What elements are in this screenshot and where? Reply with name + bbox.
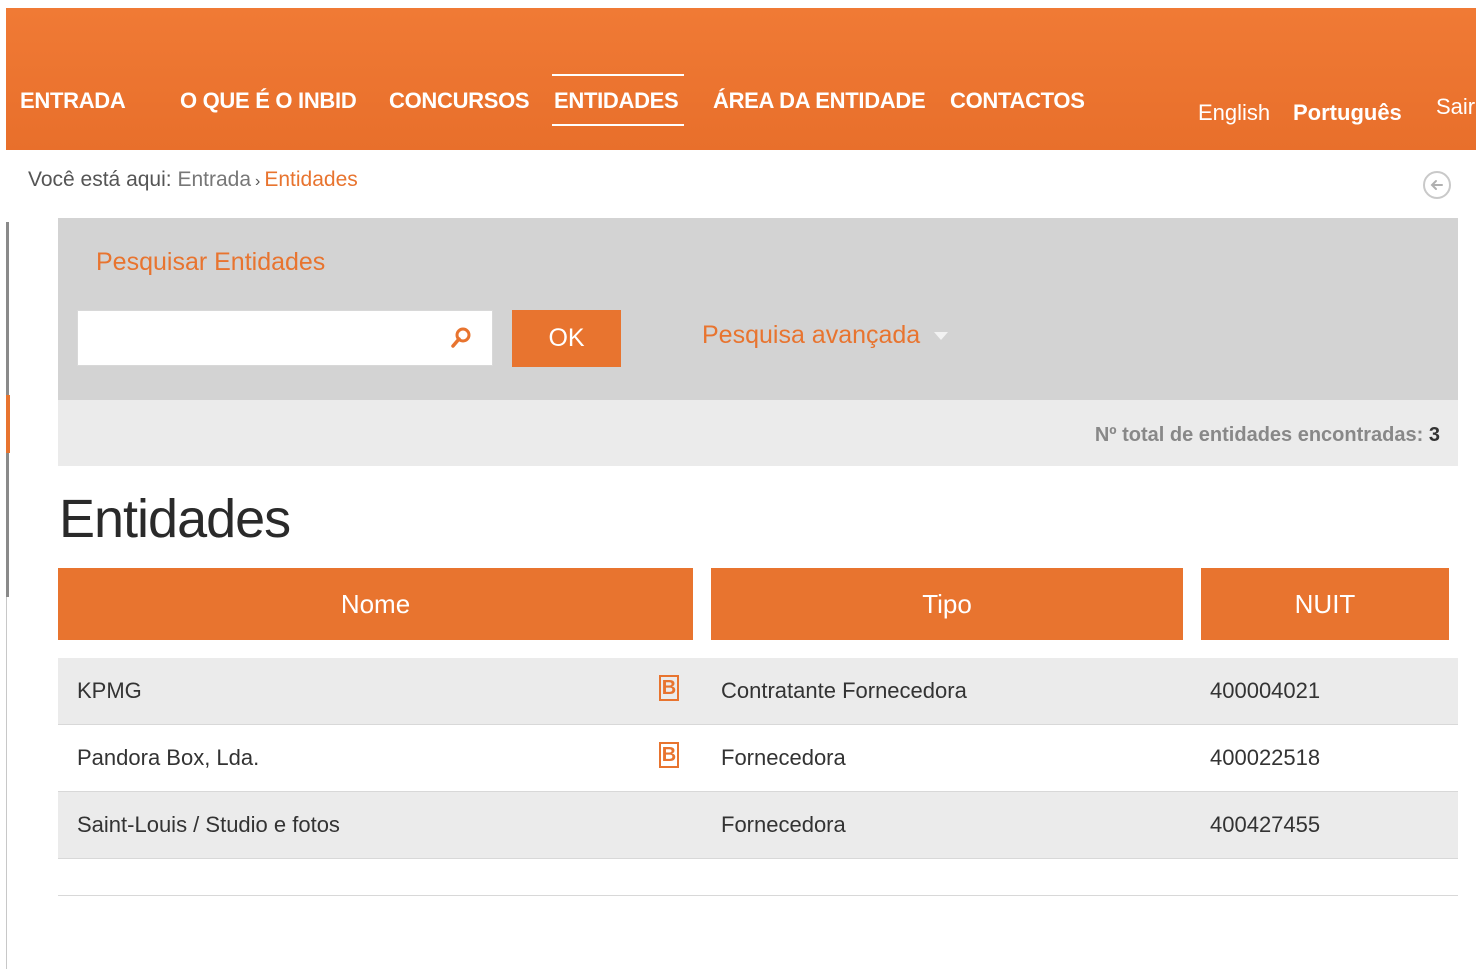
column-header-nome[interactable]: Nome [58, 568, 693, 640]
top-navigation-bar: ENTRADA O QUE É O INBID CONCURSOS ENTIDA… [6, 8, 1476, 150]
column-header-tipo[interactable]: Tipo [711, 568, 1183, 640]
nav-item-entrada[interactable]: ENTRADA [20, 88, 126, 114]
results-count-value: 3 [1428, 424, 1440, 446]
main-nav: ENTRADA O QUE É O INBID CONCURSOS ENTIDA… [6, 70, 1476, 130]
page-title: Entidades [59, 489, 291, 549]
column-header-nuit[interactable]: NUIT [1201, 568, 1449, 640]
results-count-label: Nº total de entidades encontradas: [1094, 424, 1424, 446]
breadcrumb-prefix: Você está aqui: [28, 168, 172, 191]
nav-item-contactos[interactable]: CONTACTOS [950, 88, 1085, 114]
search-ok-button[interactable]: OK [512, 310, 621, 367]
nav-item-concursos[interactable]: CONCURSOS [389, 88, 530, 114]
results-count-bar: Nº total de entidades encontradas: 3 [58, 400, 1458, 466]
row-divider [58, 858, 1458, 859]
search-input-wrapper [77, 310, 493, 366]
table-row[interactable]: KPMG B Contratante Fornecedora 400004021 [58, 658, 1458, 724]
entity-name[interactable]: KPMG [77, 678, 142, 704]
lang-english-link[interactable]: English [1198, 100, 1270, 126]
nav-item-o-que-e-o-inbid[interactable]: O QUE É O INBID [180, 88, 357, 114]
breadcrumb: Você está aqui: Entrada › Entidades [28, 168, 358, 192]
nav-item-area-da-entidade[interactable]: ÁREA DA ENTIDADE [713, 88, 926, 114]
logout-link[interactable]: Sair [1436, 94, 1475, 120]
b-badge-icon[interactable]: B [659, 742, 679, 768]
lang-portuguese-link[interactable]: Português [1293, 100, 1402, 126]
breadcrumb-home-link[interactable]: Entrada [177, 168, 251, 191]
left-rail-accent [6, 395, 10, 453]
entity-type: Contratante Fornecedora [721, 678, 967, 703]
left-border [6, 597, 7, 969]
search-input[interactable] [88, 319, 432, 359]
entity-type: Fornecedora [721, 745, 846, 770]
breadcrumb-separator: › [255, 173, 261, 190]
search-panel: Pesquisar Entidades OK Pesquisa avançada [58, 218, 1458, 400]
b-badge-icon[interactable]: B [659, 675, 679, 701]
results-count: Nº total de entidades encontradas: 3 [1095, 424, 1440, 447]
advanced-search-label: Pesquisa avançada [702, 321, 921, 349]
search-title: Pesquisar Entidades [96, 248, 326, 276]
nav-item-entidades[interactable]: ENTIDADES [551, 74, 685, 126]
bottom-divider [58, 895, 1458, 896]
entity-name[interactable]: Saint-Louis / Studio e fotos [77, 812, 340, 838]
entity-nuit: 400004021 [1210, 678, 1321, 703]
table-row[interactable]: Pandora Box, Lda. B Fornecedora 40002251… [58, 725, 1458, 791]
entity-type: Fornecedora [721, 812, 846, 837]
entity-nuit: 400427455 [1210, 812, 1321, 837]
entity-name[interactable]: Pandora Box, Lda. [77, 745, 259, 771]
breadcrumb-current[interactable]: Entidades [264, 168, 357, 191]
back-arrow-icon[interactable] [1423, 171, 1451, 199]
chevron-down-icon [934, 332, 949, 341]
search-icon[interactable] [448, 325, 474, 351]
advanced-search-toggle[interactable]: Pesquisa avançada [702, 321, 949, 350]
table-row[interactable]: Saint-Louis / Studio e fotos Fornecedora… [58, 792, 1458, 858]
entity-nuit: 400022518 [1210, 745, 1321, 770]
